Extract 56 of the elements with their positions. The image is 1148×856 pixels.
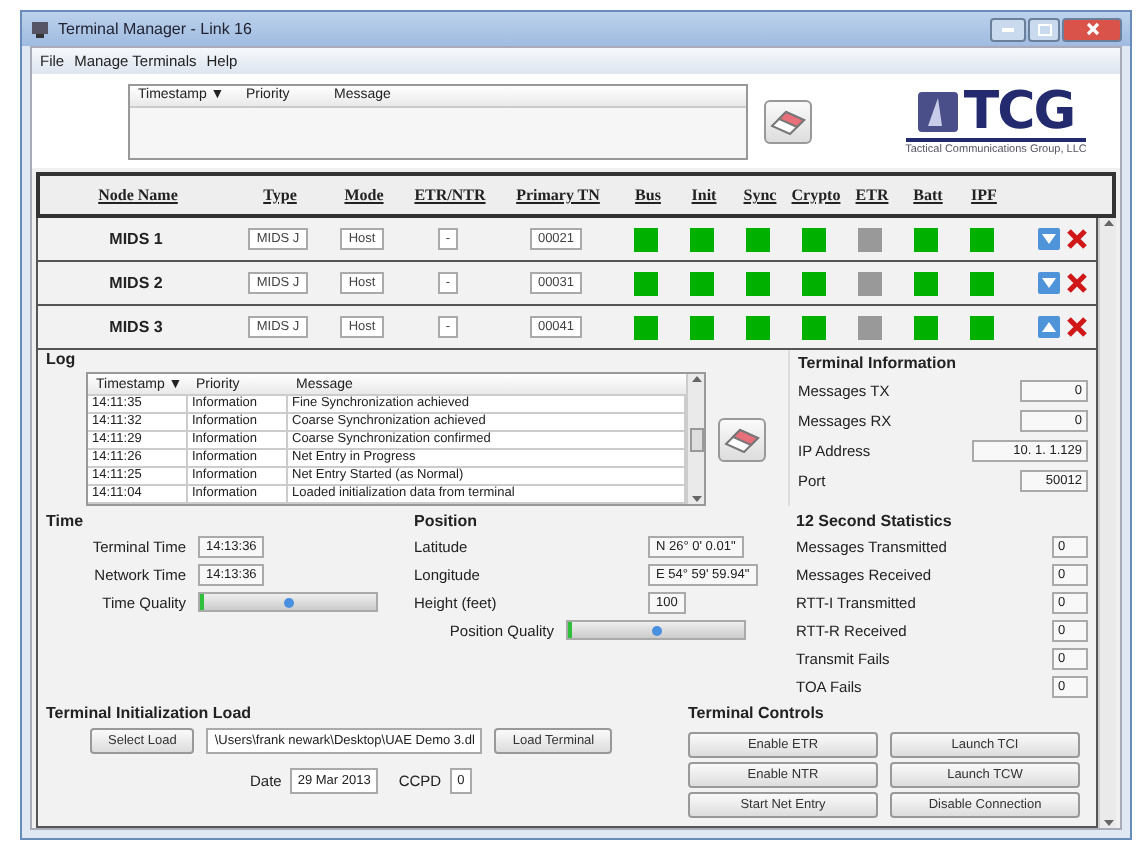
remove-button[interactable] (1066, 272, 1088, 294)
node-name: MIDS 3 (109, 318, 163, 336)
column-header: IPF (971, 186, 997, 204)
terminal-icon (30, 19, 50, 39)
column-header: Init (691, 186, 717, 204)
collapse-arrow-icon (1038, 316, 1060, 338)
expand-toggle[interactable] (1038, 316, 1060, 338)
column-header: ETR (855, 186, 889, 204)
window-title: Terminal Manager - Link 16 (58, 20, 252, 38)
column-header: ETR/NTR (414, 186, 486, 204)
column-header: Crypto (791, 186, 841, 204)
minimize-button[interactable] (990, 17, 1026, 41)
section-title: Terminal Controls (688, 704, 826, 722)
expand-toggle[interactable] (1038, 228, 1060, 250)
clear-button[interactable] (718, 417, 766, 461)
column-header: Bus (635, 186, 661, 204)
scrollbar[interactable] (686, 374, 704, 504)
column-header: Node Name (98, 186, 178, 204)
maximize-icon (1037, 23, 1051, 35)
remove-button[interactable] (1066, 316, 1088, 338)
up-arrow-icon (691, 374, 701, 384)
column-header: Sync (743, 186, 777, 204)
close-button[interactable] (1062, 17, 1122, 41)
column-header: Primary TN (516, 186, 600, 204)
maximize-button[interactable] (1028, 17, 1060, 41)
eraser-icon (724, 425, 760, 453)
indicator-dot-icon (652, 626, 662, 636)
eraser-icon (770, 107, 806, 135)
minimize-icon (1002, 27, 1014, 31)
column-header: Type (263, 186, 297, 204)
indicator-dot-icon (284, 598, 294, 608)
logo-text: TCG (963, 86, 1075, 138)
node-name: MIDS 1 (109, 230, 163, 248)
node-name: MIDS 2 (109, 274, 163, 292)
down-arrow-icon (691, 494, 701, 504)
section-title: Terminal Initialization Load (46, 704, 254, 722)
section-title: Log (46, 350, 78, 368)
expand-toggle[interactable] (1038, 272, 1060, 294)
column-header: Mode (344, 186, 384, 204)
expand-arrow-icon (1038, 228, 1060, 250)
close-icon (1085, 22, 1099, 36)
section-title: Time (46, 512, 86, 530)
close-icon (1066, 316, 1088, 338)
section-title: 12 Second Statistics (796, 512, 954, 530)
down-arrow-icon (1103, 818, 1113, 828)
column-header: Batt (913, 186, 943, 204)
section-title: Position (414, 512, 480, 530)
close-icon (1066, 228, 1088, 250)
logo-emblem-icon (917, 92, 958, 132)
section-title: Terminal Information (798, 354, 958, 372)
clear-button[interactable] (764, 99, 812, 143)
expand-arrow-icon (1038, 272, 1060, 294)
close-icon (1066, 272, 1088, 294)
scrollbar[interactable] (1098, 218, 1116, 828)
up-arrow-icon (1103, 218, 1113, 228)
remove-button[interactable] (1066, 228, 1088, 250)
